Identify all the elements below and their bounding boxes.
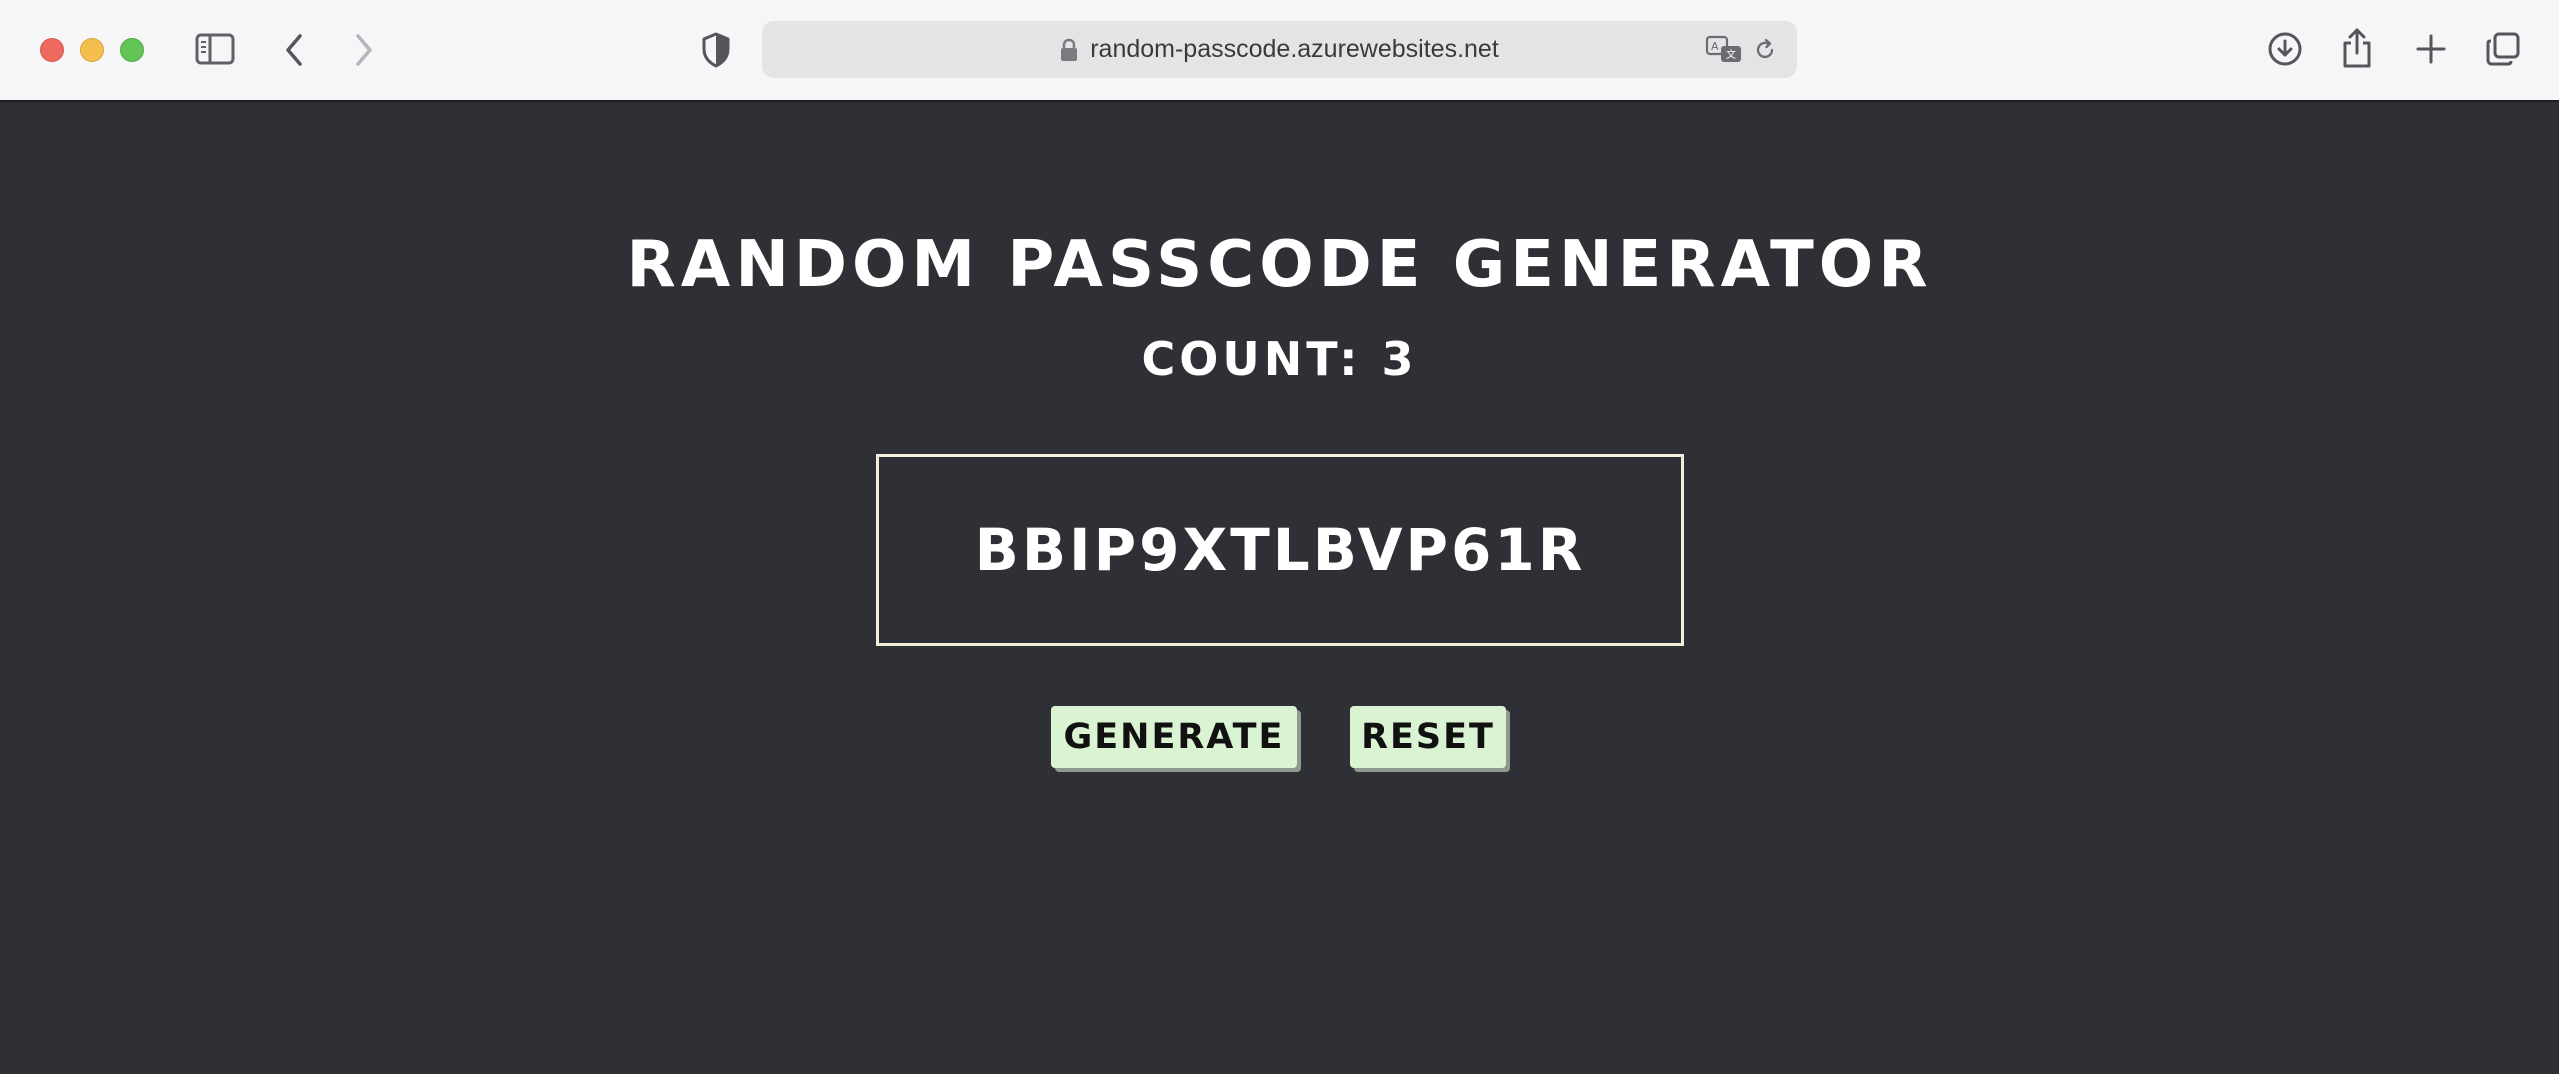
page-title: RANDOM PASSCODE GENERATOR <box>626 228 1933 302</box>
chevron-left-icon[interactable] <box>282 30 306 70</box>
address-bar[interactable]: random-passcode.azurewebsites.net A 文 <box>762 21 1797 78</box>
count-label: COUNT: 3 <box>1141 332 1418 386</box>
passcode-value: BBIP9XTLBVP61R <box>974 516 1586 584</box>
browser-toolbar: random-passcode.azurewebsites.net A 文 <box>0 0 2559 102</box>
close-window-button[interactable] <box>40 38 64 62</box>
lock-icon <box>1060 38 1078 62</box>
download-icon[interactable] <box>2266 30 2304 68</box>
reload-icon[interactable] <box>1752 37 1778 63</box>
translate-icon[interactable]: A 文 <box>1705 35 1743 65</box>
zoom-window-button[interactable] <box>120 38 144 62</box>
page-content: RANDOM PASSCODE GENERATOR COUNT: 3 BBIP9… <box>0 104 2559 1074</box>
sidebar-icon[interactable] <box>194 31 236 67</box>
shield-icon[interactable] <box>700 31 732 69</box>
plus-icon[interactable] <box>2414 32 2448 66</box>
generate-button[interactable]: GENERATE <box>1051 706 1297 768</box>
minimize-window-button[interactable] <box>80 38 104 62</box>
tabs-icon[interactable] <box>2484 30 2522 68</box>
url-text: random-passcode.azurewebsites.net <box>1090 35 1499 63</box>
svg-text:A: A <box>1711 40 1719 53</box>
svg-text:文: 文 <box>1726 48 1736 61</box>
share-icon[interactable] <box>2340 26 2374 70</box>
passcode-display: BBIP9XTLBVP61R <box>876 454 1684 646</box>
reset-button[interactable]: RESET <box>1350 706 1506 768</box>
chevron-right-icon[interactable] <box>352 30 376 70</box>
